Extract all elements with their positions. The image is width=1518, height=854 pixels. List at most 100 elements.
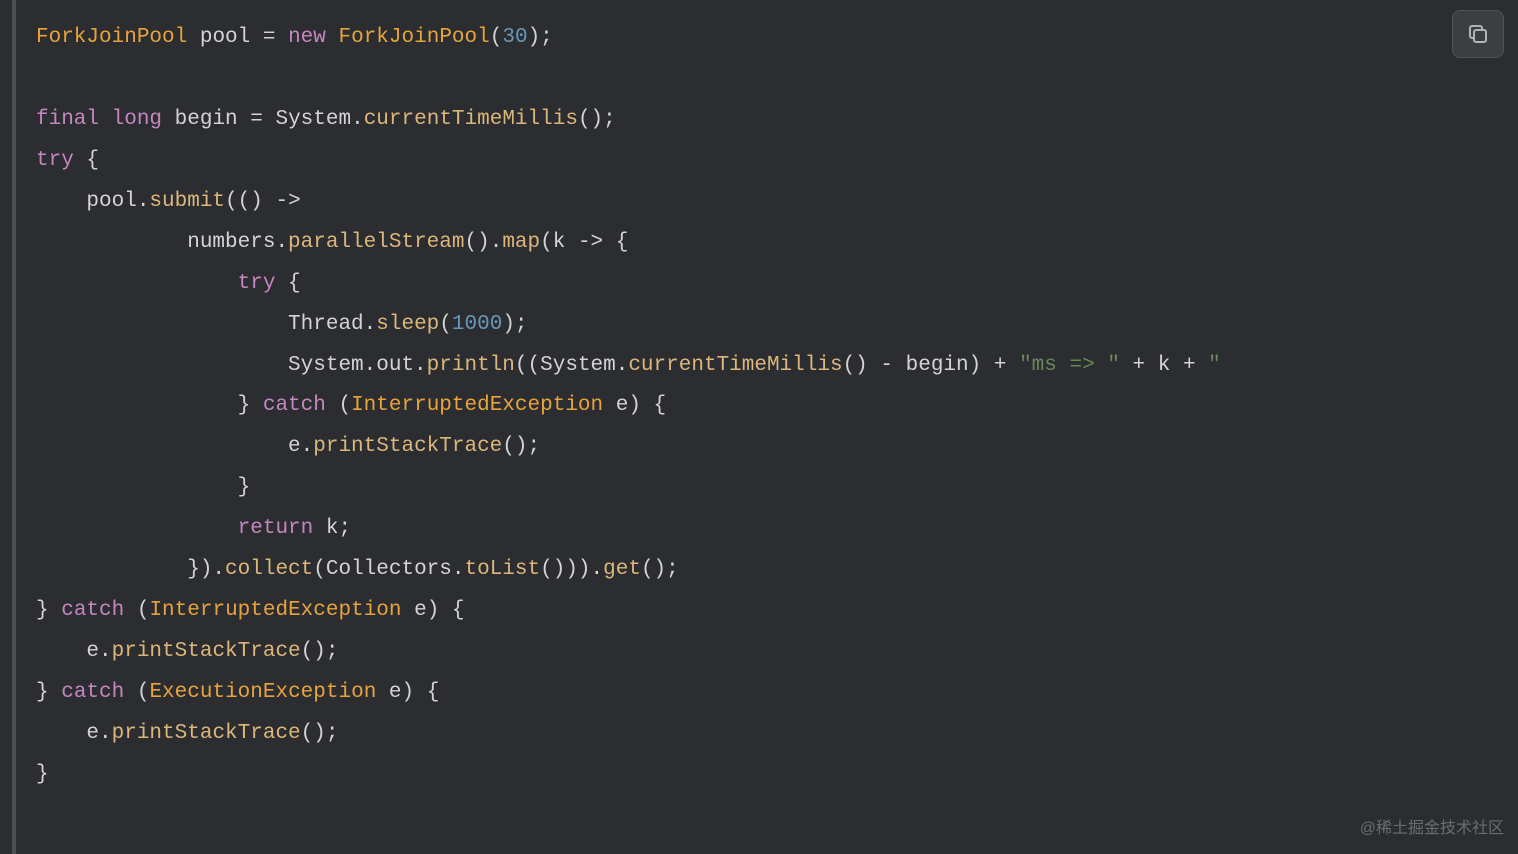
code-token: "	[1208, 354, 1221, 377]
code-token: ()	[578, 108, 603, 131]
code-token	[326, 394, 339, 417]
code-line: }).collect(Collectors.toList())).get();	[36, 550, 1518, 591]
code-token: (	[338, 394, 351, 417]
code-token: catch	[61, 681, 124, 704]
code-token: )	[402, 681, 415, 704]
code-token: +	[1183, 354, 1196, 377]
code-token: -	[880, 354, 893, 377]
code-token: final	[36, 108, 99, 131]
code-token: )	[502, 313, 515, 336]
code-token: ()	[301, 640, 326, 663]
code-line: Thread.sleep(1000);	[36, 305, 1518, 346]
code-token: ()	[502, 435, 527, 458]
code-token: (	[540, 231, 553, 254]
code-token: (	[313, 558, 326, 581]
code-token: parallelStream	[288, 231, 464, 254]
code-token: ->	[578, 231, 603, 254]
code-token: {	[603, 231, 628, 254]
code-token: +	[994, 354, 1007, 377]
code-token	[36, 272, 238, 295]
code-token: e.	[36, 435, 313, 458]
code-token: e	[402, 599, 427, 622]
code-token: println	[427, 354, 515, 377]
code-token: e.	[36, 722, 112, 745]
code-line: } catch (InterruptedException e) {	[36, 386, 1518, 427]
code-token: catch	[263, 394, 326, 417]
code-token: ;	[326, 640, 339, 663]
code-token: return	[238, 517, 314, 540]
code-token: pool.	[36, 190, 149, 213]
code-token: .	[591, 558, 604, 581]
code-line: try {	[36, 264, 1518, 305]
code-token: =	[263, 26, 276, 49]
code-token: currentTimeMillis	[364, 108, 578, 131]
code-token	[868, 354, 881, 377]
code-token	[263, 190, 276, 213]
code-token: numbers.	[36, 231, 288, 254]
code-line: e.printStackTrace();	[36, 632, 1518, 673]
code-token: collect	[225, 558, 313, 581]
code-token: ()	[843, 354, 868, 377]
code-token	[981, 354, 994, 377]
code-token: ForkJoinPool	[339, 26, 490, 49]
code-line: e.printStackTrace();	[36, 714, 1518, 755]
code-token: sleep	[376, 313, 439, 336]
code-token: InterruptedException	[149, 599, 401, 622]
code-token: {	[275, 272, 300, 295]
code-token: {	[641, 394, 666, 417]
code-token: {	[439, 599, 464, 622]
code-token: Thread.	[36, 313, 376, 336]
code-token: 1000	[452, 313, 502, 336]
code-token: k	[1145, 354, 1183, 377]
code-token: {	[414, 681, 439, 704]
code-token: }	[36, 681, 61, 704]
code-token: printStackTrace	[112, 722, 301, 745]
code-token: ((	[515, 354, 540, 377]
code-token: System.out.	[36, 354, 427, 377]
watermark: @稀土掘金技术社区	[1360, 813, 1504, 844]
code-line: System.out.println((System.currentTimeMi…	[36, 346, 1518, 387]
code-token: ;	[603, 108, 616, 131]
code-token	[1006, 354, 1019, 377]
code-token: Collectors.	[326, 558, 465, 581]
code-line: }	[36, 468, 1518, 509]
code-token: map	[502, 231, 540, 254]
code-token	[1196, 354, 1209, 377]
code-token: ;	[515, 313, 528, 336]
code-token: (	[137, 681, 150, 704]
code-token: begin	[162, 108, 250, 131]
code-token: k;	[313, 517, 351, 540]
code-token: e	[376, 681, 401, 704]
code-token: }).	[36, 558, 225, 581]
code-token: ()	[464, 231, 489, 254]
code-token: get	[603, 558, 641, 581]
code-token: +	[1133, 354, 1146, 377]
code-token	[1120, 354, 1133, 377]
code-line: numbers.parallelStream().map(k -> {	[36, 223, 1518, 264]
code-line: }	[36, 755, 1518, 796]
code-token: )	[969, 354, 982, 377]
code-token: System.	[540, 354, 628, 377]
code-token	[124, 599, 137, 622]
code-token: try	[238, 272, 276, 295]
code-token: ExecutionException	[149, 681, 376, 704]
code-token	[275, 26, 288, 49]
code-token: k	[553, 231, 578, 254]
code-token: ;	[528, 435, 541, 458]
code-token: ;	[666, 558, 679, 581]
code-token: {	[74, 149, 99, 172]
code-token: )	[528, 26, 541, 49]
code-token: ()	[301, 722, 326, 745]
code-token: ;	[540, 26, 553, 49]
code-token: =	[250, 108, 263, 131]
code-token: pool	[187, 26, 263, 49]
code-token: try	[36, 149, 74, 172]
code-token: ->	[275, 190, 300, 213]
code-token	[99, 108, 112, 131]
code-token: (()	[225, 190, 263, 213]
code-line: try {	[36, 141, 1518, 182]
code-token: 30	[502, 26, 527, 49]
code-line: final long begin = System.currentTimeMil…	[36, 100, 1518, 141]
code-token: currentTimeMillis	[628, 354, 842, 377]
code-token: ForkJoinPool	[36, 26, 187, 49]
